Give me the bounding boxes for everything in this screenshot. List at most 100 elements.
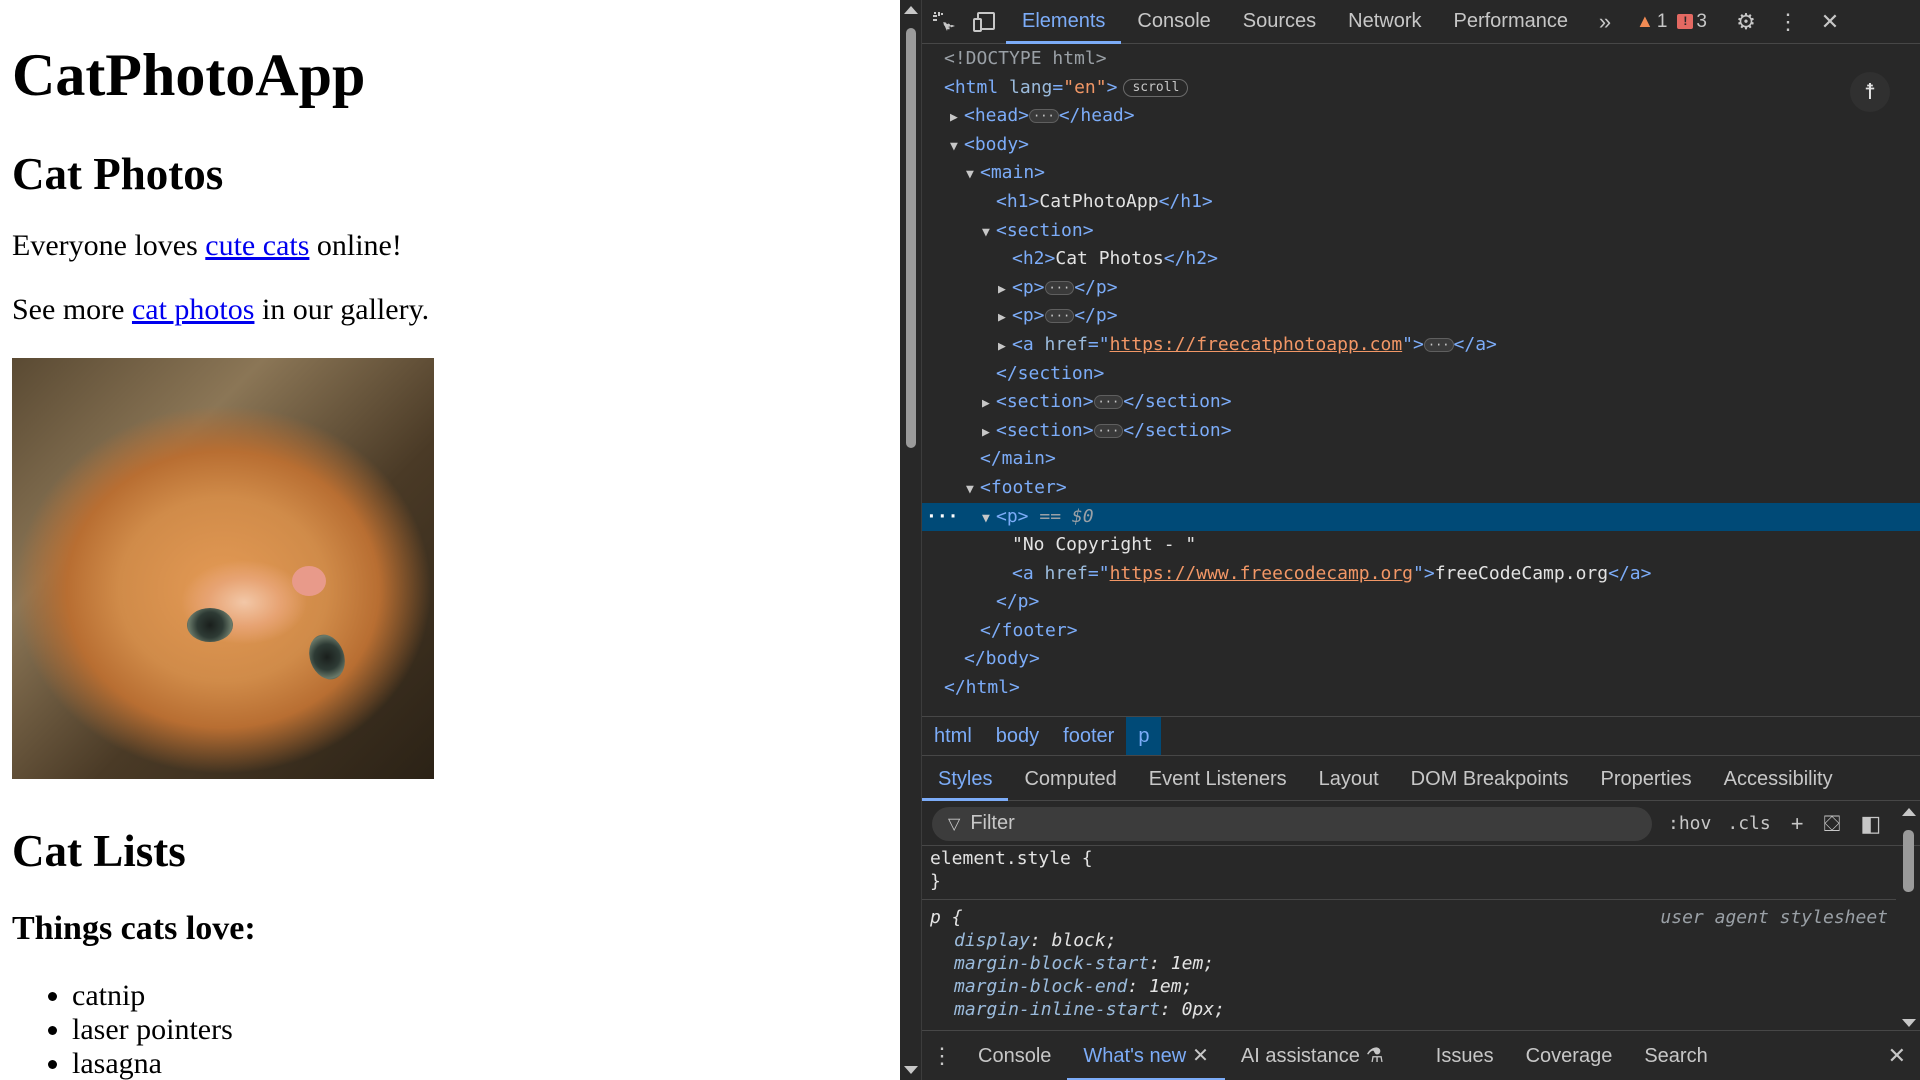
tab-dom-breakpoints[interactable]: DOM Breakpoints <box>1395 757 1585 801</box>
collapse-triangle-icon[interactable]: ▼ <box>982 219 996 248</box>
inspect-element-icon[interactable] <box>922 0 964 44</box>
scroll-down-arrow-icon[interactable] <box>904 1066 918 1074</box>
expand-triangle-icon[interactable]: ▶ <box>998 304 1012 333</box>
expand-triangle-icon[interactable]: ▶ <box>998 333 1012 362</box>
warnings-badge[interactable]: ▲ 1 <box>1636 11 1667 33</box>
dom-section-close[interactable]: </section> <box>922 360 1920 389</box>
toggle-sidebar-icon[interactable]: ◧ <box>1860 811 1881 837</box>
tab-console[interactable]: Console <box>1121 0 1226 44</box>
expand-triangle-icon[interactable]: ▶ <box>982 390 996 419</box>
dom-body[interactable]: ▼ <body> <box>922 131 1920 160</box>
cute-cats-link[interactable]: cute cats <box>205 229 309 262</box>
ellipsis-icon[interactable]: ··· <box>1044 309 1075 324</box>
ellipsis-icon[interactable]: ··· <box>1093 395 1124 410</box>
tab-styles[interactable]: Styles <box>922 757 1009 801</box>
expand-triangle-icon[interactable]: ▶ <box>982 419 996 448</box>
collapse-triangle-icon[interactable]: ▼ <box>982 505 996 534</box>
drawer-tab-whats-new[interactable]: What's new ✕ <box>1067 1031 1225 1080</box>
dom-anchor[interactable]: ▶ <a href="https://freecatphotoapp.com"> ·… <box>922 331 1920 360</box>
new-rule-plus-icon[interactable]: + <box>1791 811 1804 837</box>
css-declaration[interactable]: margin-block-start: 1em; <box>922 952 1896 975</box>
dom-html-close[interactable]: </html> <box>922 674 1920 703</box>
element-style-rule[interactable]: element.style { <box>922 847 1896 870</box>
dom-html[interactable]: <html lang="en"> scroll <box>922 74 1920 103</box>
dom-section[interactable]: ▶ <section> ··· </section> <box>922 388 1920 417</box>
tab-sources[interactable]: Sources <box>1227 0 1332 44</box>
close-tab-icon[interactable]: ✕ <box>1192 1045 1209 1067</box>
page-scrollbar[interactable] <box>900 0 922 1080</box>
breadcrumb-html[interactable]: html <box>922 717 984 755</box>
collapse-triangle-icon[interactable]: ▼ <box>966 161 980 190</box>
tab-performance[interactable]: Performance <box>1438 0 1585 44</box>
scroll-badge[interactable]: scroll <box>1123 78 1189 97</box>
dom-doctype[interactable]: <!DOCTYPE html> <box>922 45 1920 74</box>
kitten-photo[interactable] <box>12 358 434 779</box>
dom-head[interactable]: ▶ <head> ··· </head> <box>922 102 1920 131</box>
href-link[interactable]: https://freecatphotoapp.com <box>1110 334 1403 355</box>
scrollbar-thumb[interactable] <box>1903 830 1914 892</box>
expand-triangle-icon[interactable]: ▶ <box>950 104 964 133</box>
css-declaration[interactable]: margin-block-end: 1em; <box>922 975 1896 998</box>
filter-input[interactable]: ▽ Filter <box>932 806 1652 841</box>
css-declaration[interactable]: display: block; <box>922 929 1896 952</box>
dom-main[interactable]: ▼ <main> <box>922 159 1920 188</box>
dom-body-close[interactable]: </body> <box>922 645 1920 674</box>
collapse-triangle-icon[interactable]: ▼ <box>966 476 980 505</box>
row-actions-icon[interactable]: ··· <box>926 503 959 532</box>
p-rule-selector[interactable]: p {user agent stylesheet <box>922 906 1896 929</box>
breadcrumb-body[interactable]: body <box>984 717 1051 755</box>
tab-computed[interactable]: Computed <box>1008 757 1132 801</box>
tab-network[interactable]: Network <box>1332 0 1437 44</box>
ellipsis-icon[interactable]: ··· <box>1029 109 1059 124</box>
dom-main-close[interactable]: </main> <box>922 445 1920 474</box>
css-declaration[interactable]: margin-inline-start: 0px; <box>922 998 1896 1021</box>
drawer-tab-issues[interactable]: Issues <box>1420 1031 1510 1080</box>
scroll-up-arrow-icon[interactable] <box>1902 808 1916 816</box>
breadcrumb-footer[interactable]: footer <box>1051 717 1126 755</box>
collapse-triangle-icon[interactable]: ▼ <box>950 133 964 162</box>
dom-text-node[interactable]: "No Copyright - " <box>922 531 1920 560</box>
drawer-tab-console[interactable]: Console <box>962 1031 1067 1080</box>
device-toolbar-icon[interactable] <box>964 0 1006 44</box>
dom-p-close[interactable]: </p> <box>922 588 1920 617</box>
more-tabs-chevron-icon[interactable]: » <box>1584 0 1626 44</box>
cat-photos-link[interactable]: cat photos <box>132 293 254 326</box>
dom-section[interactable]: ▶ <section> ··· </section> <box>922 417 1920 446</box>
dom-p[interactable]: ▶ <p> ··· </p> <box>922 274 1920 303</box>
dom-h1[interactable]: <h1>CatPhotoApp</h1> <box>922 188 1920 217</box>
scrollbar-thumb[interactable] <box>906 28 916 448</box>
settings-gear-icon[interactable]: ⚙ <box>1725 0 1767 44</box>
accessibility-tree-icon[interactable]: ☨ <box>1850 72 1890 112</box>
close-drawer-icon[interactable]: ✕ <box>1888 1043 1906 1069</box>
paint-brush-icon[interactable]: ⛋ <box>1824 811 1841 837</box>
tab-accessibility[interactable]: Accessibility <box>1708 757 1849 801</box>
ellipsis-icon[interactable]: ··· <box>1093 423 1124 438</box>
ellipsis-icon[interactable]: ··· <box>1423 337 1454 352</box>
tab-layout[interactable]: Layout <box>1303 757 1395 801</box>
tab-elements[interactable]: Elements <box>1006 0 1122 44</box>
drawer-tab-coverage[interactable]: Coverage <box>1510 1031 1629 1080</box>
breadcrumb-p[interactable]: p <box>1126 717 1162 755</box>
scroll-down-arrow-icon[interactable] <box>1902 1019 1916 1027</box>
dom-p[interactable]: ▶ <p> ··· </p> <box>922 302 1920 331</box>
class-toggle[interactable]: .cls <box>1727 813 1770 834</box>
ellipsis-icon[interactable]: ··· <box>1044 280 1075 295</box>
styles-scrollbar[interactable] <box>1898 802 1920 1027</box>
tab-event-listeners[interactable]: Event Listeners <box>1133 757 1303 801</box>
close-devtools-icon[interactable]: ✕ <box>1809 0 1851 44</box>
scroll-up-arrow-icon[interactable] <box>904 6 918 14</box>
dom-section[interactable]: ▼ <section> <box>922 217 1920 246</box>
dom-footer-close[interactable]: </footer> <box>922 617 1920 646</box>
errors-badge[interactable]: ! 3 <box>1677 11 1707 33</box>
dom-footer[interactable]: ▼ <footer> <box>922 474 1920 503</box>
more-options-icon[interactable]: ⋮ <box>1767 0 1809 44</box>
dom-p-selected[interactable]: ··· ▼ <p> == $0 <box>922 502 1920 534</box>
expand-triangle-icon[interactable]: ▶ <box>998 276 1012 305</box>
drawer-tab-search[interactable]: Search <box>1628 1031 1723 1080</box>
dom-h2[interactable]: <h2>Cat Photos</h2> <box>922 245 1920 274</box>
hover-state-toggle[interactable]: :hov <box>1668 813 1711 834</box>
href-link[interactable]: https://www.freecodecamp.org <box>1110 563 1413 584</box>
tab-properties[interactable]: Properties <box>1585 757 1708 801</box>
drawer-tab-ai-assistance[interactable]: AI assistance ⚗ <box>1225 1031 1400 1080</box>
drawer-menu-icon[interactable]: ⋮ <box>922 1043 962 1069</box>
